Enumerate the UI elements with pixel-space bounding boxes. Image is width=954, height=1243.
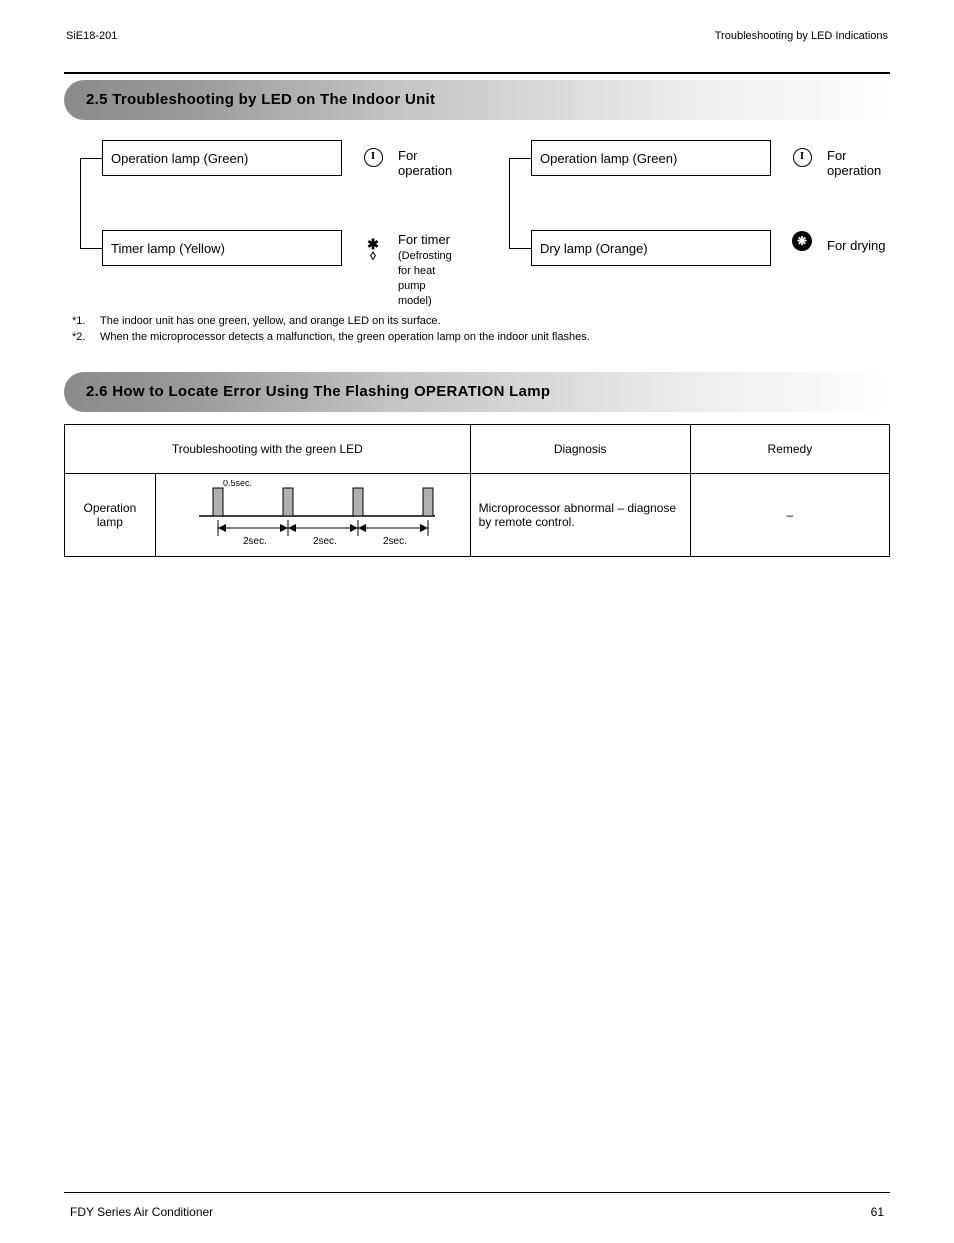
interval-label-1: 2sec. — [243, 536, 267, 547]
dry-lamp-box: Dry lamp (Orange) — [531, 230, 771, 266]
operation-lamp-box-right: Operation lamp (Green) — [531, 140, 771, 176]
indoor-footnotes: *1.The indoor unit has one green, yellow… — [72, 314, 882, 346]
doc-code: SiE18-201 — [66, 30, 117, 42]
bottom-horizontal-rule — [64, 1192, 890, 1193]
timer-lamp-box: Timer lamp (Yellow) — [102, 230, 342, 266]
indicator-group-left: Operation lamp (Green) I For operation T… — [68, 140, 457, 310]
indicator-group-right: Operation lamp (Green) I For operation D… — [497, 140, 886, 310]
flash-pattern-diagram: 2sec. 2sec. 2sec. 0.5sec. — [183, 480, 443, 550]
col-remedy: Remedy — [690, 424, 889, 473]
section-title-error: 2.6 How to Locate Error Using The Flashi… — [64, 372, 890, 412]
remedy-cell: – — [690, 473, 889, 556]
timer-label: For timer (Defrosting for heat pump mode… — [398, 232, 457, 307]
col-troubleshooting: Troubleshooting with the green LED — [65, 424, 471, 473]
footer-product: FDY Series Air Conditioner — [70, 1205, 213, 1219]
section-header-indoor: 2.5 Troubleshooting by LED on The Indoor… — [64, 80, 890, 124]
interval-label-2: 2sec. — [313, 536, 337, 547]
col-diagnosis: Diagnosis — [470, 424, 690, 473]
fan-icon: ❋ — [787, 230, 817, 251]
section-title-indoor: 2.5 Troubleshooting by LED on The Indoor… — [64, 80, 890, 120]
page-number: 61 — [871, 1205, 884, 1219]
pulse-width-label: 0.5sec. — [223, 480, 252, 488]
power-icon: I — [358, 144, 388, 167]
top-horizontal-rule — [64, 72, 890, 74]
operation-label-right: For operation — [827, 148, 886, 178]
row-label: Operation lamp — [65, 473, 156, 556]
dry-label: For drying — [827, 238, 886, 253]
operation-label-left: For operation — [398, 148, 457, 178]
defrost-icon: ✱◊ — [358, 234, 388, 261]
diagnosis-cell: Microprocessor abnormal – diagnose by re… — [470, 473, 690, 556]
doc-section-title: Troubleshooting by LED Indications — [715, 30, 888, 42]
operation-lamp-box-left: Operation lamp (Green) — [102, 140, 342, 176]
interval-label-3: 2sec. — [383, 536, 407, 547]
section-header-error: 2.6 How to Locate Error Using The Flashi… — [64, 372, 890, 416]
flash-pattern-cell: 2sec. 2sec. 2sec. 0.5sec. // fill the sv… — [155, 473, 470, 556]
error-table: Troubleshooting with the green LED Diagn… — [64, 424, 890, 557]
power-icon-right: I — [787, 144, 817, 167]
